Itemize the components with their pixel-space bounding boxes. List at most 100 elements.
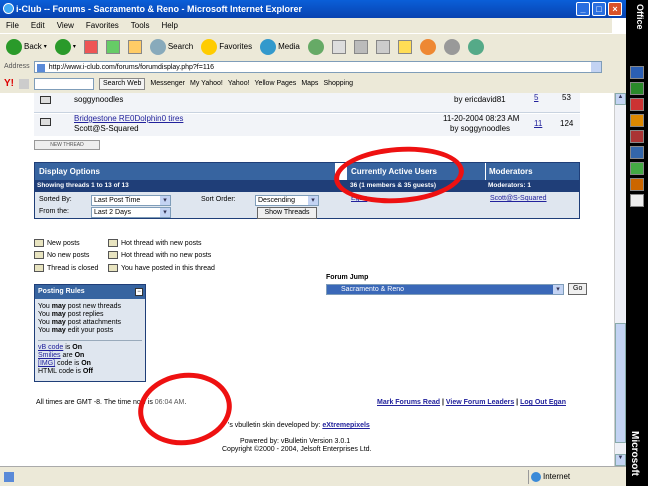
vb-code-link[interactable]: vB code — [38, 344, 63, 351]
legend-no-new: No new posts — [34, 251, 89, 259]
print-icon — [353, 39, 368, 54]
code-line: [IMG] code is On — [38, 360, 91, 367]
copyright: Copyright ©2000 - 2004, Jelsoft Enterpri… — [222, 446, 372, 453]
log-out-link[interactable]: Log Out Egan — [520, 399, 566, 406]
extra-button-2[interactable] — [466, 38, 486, 55]
yahoo-search-button[interactable]: Search Web — [99, 77, 146, 90]
menu-edit[interactable]: Edit — [31, 21, 45, 30]
menu-view[interactable]: View — [57, 21, 74, 30]
scroll-down-icon[interactable]: ▼ — [615, 454, 626, 466]
dropdown-arrow-icon: ▾ — [553, 285, 563, 294]
menu-file[interactable]: File — [6, 21, 19, 30]
home-button[interactable] — [126, 39, 144, 54]
scroll-thumb[interactable] — [615, 323, 626, 443]
yahoo-item-my-yahoo[interactable]: My Yahoo! — [190, 80, 223, 87]
mark-forums-read-link[interactable]: Mark Forums Read — [377, 399, 440, 406]
refresh-button[interactable] — [104, 39, 122, 54]
forward-button[interactable]: ▾ — [53, 38, 78, 55]
thread-title[interactable]: Bridgestone RE0Dolphin0 tires — [74, 114, 183, 123]
media-button[interactable]: Media — [258, 38, 302, 55]
forum-jump-label: Forum Jump — [326, 274, 369, 281]
forum-jump-select[interactable]: Sacramento & Reno ▾ — [326, 284, 564, 295]
yahoo-item-maps[interactable]: Maps — [301, 80, 318, 87]
posting-rules-header: Posting Rules — [35, 285, 145, 299]
moderators-count: Moderators: 1 — [488, 180, 531, 192]
yahoo-item-yahoo[interactable]: Yahoo! — [228, 80, 250, 87]
forward-arrow-icon — [54, 38, 71, 55]
thread-last-by: by ericdavid81 — [454, 95, 506, 104]
code-line: Smilies are On — [38, 352, 85, 359]
maximize-button[interactable]: □ — [592, 2, 606, 16]
people-icon — [467, 38, 484, 55]
yahoo-item-shopping[interactable]: Shopping — [323, 80, 353, 87]
mail-button[interactable] — [330, 39, 348, 54]
window-titlebar: i-Club -- Forums - Sacramento & Reno - M… — [0, 0, 626, 18]
mail-icon — [331, 39, 346, 54]
access-icon[interactable] — [630, 98, 644, 111]
pencil-icon[interactable] — [19, 78, 29, 89]
vertical-scrollbar[interactable]: ▲ ▼ — [614, 93, 626, 466]
collapse-icon[interactable]: − — [135, 288, 143, 296]
sorted-by-select[interactable]: Last Post Time — [91, 195, 171, 206]
from-select[interactable]: Last 2 Days — [91, 207, 171, 218]
publisher-icon[interactable] — [630, 146, 644, 159]
new-thread-button[interactable]: NEW THREAD — [34, 140, 100, 150]
smilies-link[interactable]: Smilies — [38, 352, 61, 359]
outlook-icon[interactable] — [630, 114, 644, 127]
yahoo-item-messenger[interactable]: Messenger — [150, 80, 185, 87]
edit-button[interactable] — [374, 39, 392, 54]
stop-icon — [83, 39, 98, 54]
project-icon[interactable] — [630, 178, 644, 191]
sort-order-select[interactable]: Descending — [255, 195, 319, 206]
print-button[interactable] — [352, 39, 370, 54]
menu-tools[interactable]: Tools — [131, 21, 150, 30]
moderator-link[interactable]: Scott@S-Squared — [490, 195, 547, 202]
thread-replies[interactable]: 5 — [534, 93, 538, 102]
legend-posted: You have posted in this thread — [108, 264, 215, 272]
award-icon — [419, 38, 436, 55]
thread-replies[interactable]: 11 — [534, 119, 542, 128]
back-button[interactable]: Back ▾ — [4, 38, 49, 55]
stop-button[interactable] — [82, 39, 100, 54]
img-code-link[interactable]: [IMG] — [38, 360, 55, 367]
moderators-header: Moderators — [486, 163, 579, 180]
display-options-header: Display Options — [35, 163, 335, 180]
yahoo-item-yellow-pages[interactable]: Yellow Pages — [255, 80, 297, 87]
address-input[interactable]: http://www.i-club.com/forums/forumdispla… — [33, 60, 602, 73]
close-button[interactable]: × — [608, 2, 622, 16]
show-threads-button[interactable]: Show Threads — [257, 207, 317, 219]
yahoo-toolbar: Y! Search Web Messenger My Yahoo! Yahoo!… — [0, 74, 626, 93]
favorites-button[interactable]: Favorites — [199, 38, 254, 55]
go-button[interactable]: Go — [568, 283, 588, 295]
extremepixels-link[interactable]: eXtremepixels — [322, 422, 369, 429]
yahoo-search-input[interactable] — [34, 77, 94, 90]
posting-rules-list: You may post new threads You may post re… — [35, 299, 145, 380]
rule-line: You may edit your posts — [38, 327, 114, 334]
folder-shortcut-icon[interactable] — [630, 194, 644, 207]
window-title: i-Club -- Forums - Sacramento & Reno - M… — [16, 4, 303, 14]
thread-date: 11-20-2004 08:23 AM — [443, 114, 520, 123]
skin-credit: 's vbulletin skin developed by: eXtremep… — [228, 422, 370, 429]
history-button[interactable] — [306, 38, 326, 55]
yahoo-logo[interactable]: Y! — [4, 78, 14, 89]
address-dropdown[interactable] — [590, 61, 601, 72]
excel-icon[interactable] — [630, 82, 644, 95]
media-icon — [260, 38, 277, 55]
code-line: vB code is On — [38, 344, 82, 351]
word-icon[interactable] — [630, 66, 644, 79]
minimize-button[interactable]: _ — [576, 2, 590, 16]
menu-favorites[interactable]: Favorites — [86, 21, 119, 30]
messenger-button[interactable] — [442, 38, 462, 55]
frontpage-icon[interactable] — [630, 162, 644, 175]
powerpoint-icon[interactable] — [630, 130, 644, 143]
standard-toolbar: Back ▾ ▾ Search Favorites Media — [0, 33, 626, 59]
view-forum-leaders-link[interactable]: View Forum Leaders — [446, 399, 514, 406]
scroll-up-icon[interactable]: ▲ — [615, 93, 626, 105]
folder-button[interactable] — [396, 39, 414, 54]
menu-help[interactable]: Help — [161, 21, 177, 30]
table-row: Bridgestone RE0Dolphin0 tires Scott@S-Sq… — [34, 114, 580, 136]
extra-button-1[interactable] — [418, 38, 438, 55]
star-icon — [201, 38, 218, 55]
search-button[interactable]: Search — [148, 38, 195, 55]
display-options-table: Display Options Currently Active Users M… — [34, 162, 580, 219]
